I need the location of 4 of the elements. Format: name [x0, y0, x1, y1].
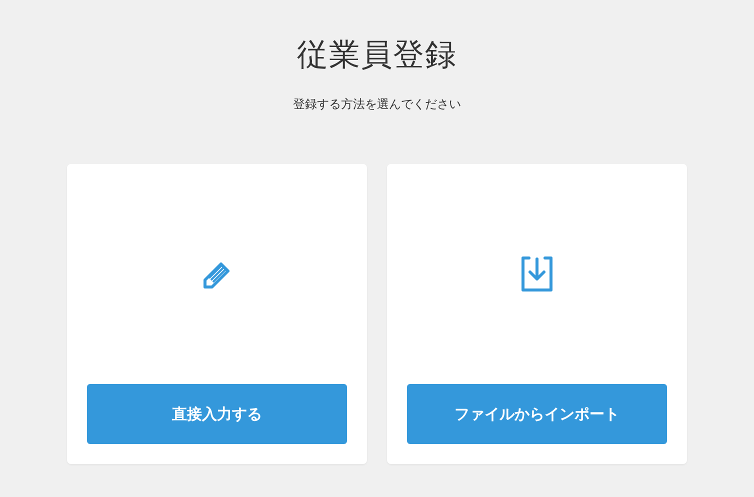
option-button[interactable]: 直接入力する [87, 384, 347, 444]
page-subtitle: 登録する方法を選んでください [293, 96, 461, 113]
option-button[interactable]: ファイルからインポート [407, 384, 667, 444]
page-title: 従業員登録 [297, 36, 457, 75]
